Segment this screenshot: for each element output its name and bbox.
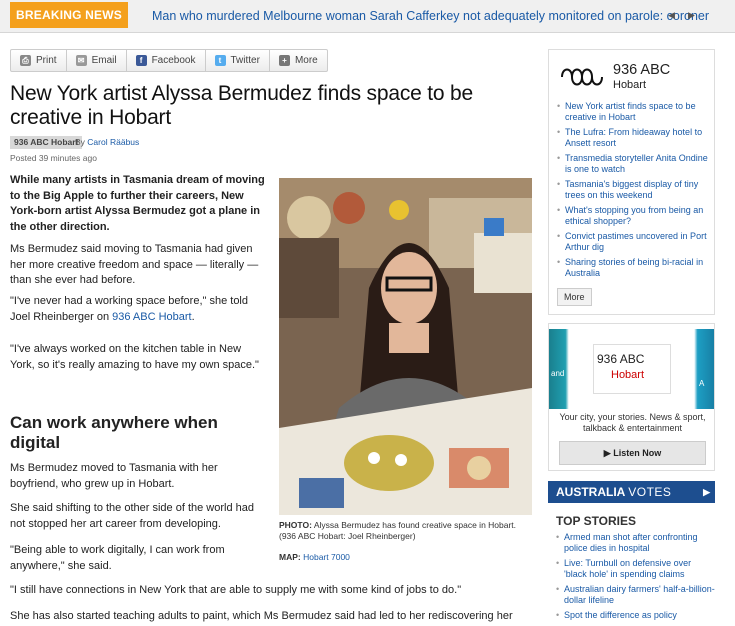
more-stories-button[interactable]: More [557, 288, 592, 306]
story-link[interactable]: The Lufra: From hideaway hotel to Ansett… [565, 127, 702, 148]
top-stories-list: Armed man shot after confronting police … [556, 532, 716, 626]
station-city: Hobart [613, 79, 647, 91]
next-arrow-icon[interactable]: ▶ [688, 10, 695, 21]
votes-label: VOTES [628, 485, 672, 499]
paragraph-4: Ms Bermudez moved to Tasmania with her b… [10, 462, 218, 490]
top-story-link[interactable]: Armed man shot after confronting police … [564, 532, 698, 553]
list-item[interactable]: Convict pastimes uncovered in Port Arthu… [557, 231, 712, 252]
twitter-icon: t [214, 55, 226, 66]
list-item[interactable]: Armed man shot after confronting police … [556, 532, 716, 553]
photo-credit: (936 ABC Hobart: Joel Rheinberger) [279, 531, 416, 541]
australia-votes-banner[interactable]: AUSTRALIA VOTES ▶ [548, 481, 715, 503]
paragraph-2: "I've never had a working space before,"… [10, 294, 268, 325]
story-link[interactable]: What's stopping you from being an ethica… [565, 205, 703, 226]
subheading: Can work anywhere when digital [10, 413, 218, 452]
radio-station-city: Hobart [611, 369, 645, 381]
print-button[interactable]: ⎙ Print [11, 50, 67, 71]
paragraph-2-end: . [191, 310, 195, 323]
share-toolbar: ⎙ Print ✉ Email f Facebook t Twitter + More [10, 49, 328, 72]
top-story-link[interactable]: Spot the difference as policy [564, 610, 677, 620]
photo-map: MAP: Hobart 7000 [279, 552, 350, 562]
paragraph-7: "I still have connections in New York th… [10, 584, 462, 596]
paragraph-3: "I've always worked on the kitchen table… [10, 343, 259, 371]
abc-logo-icon [561, 68, 603, 86]
radio-promo-box: 936 ABC Hobart and A Your city, your sto… [548, 323, 715, 471]
arrow-right-icon: ▶ [703, 487, 710, 497]
list-item[interactable]: Australian dairy farmers' half-a-billion… [556, 584, 716, 605]
facebook-label: Facebook [151, 55, 196, 66]
listen-now-button[interactable]: ▶ Listen Now [559, 441, 706, 465]
twitter-button[interactable]: t Twitter [206, 50, 270, 71]
list-item[interactable]: What's stopping you from being an ethica… [557, 205, 712, 226]
list-item[interactable]: Sharing stories of being bi-racial in Au… [557, 257, 712, 278]
paragraph-8: She has also started teaching adults to … [10, 610, 513, 622]
paragraph-1: Ms Bermudez said moving to Tasmania had … [10, 243, 259, 286]
story-link[interactable]: Convict pastimes uncovered in Port Arthu… [565, 231, 707, 252]
breaking-news-label: BREAKING NEWS [10, 2, 128, 28]
list-item[interactable]: Live: Turnbull on defensive over 'black … [556, 558, 716, 579]
envelope-icon: ✉ [75, 55, 87, 66]
more-share-label: More [294, 55, 318, 66]
story-link[interactable]: Transmedia storyteller Anita Ondine is o… [565, 153, 708, 174]
photo-caption-label: PHOTO: [279, 520, 312, 530]
photo-caption-text: Alyssa Bermudez has found creative space… [313, 520, 517, 530]
share-more-icon: + [278, 55, 290, 66]
email-label: Email [91, 55, 117, 66]
paragraph-5: She said shifting to the other side of t… [10, 502, 254, 530]
posted-time: Posted 39 minutes ago [10, 153, 97, 163]
print-label: Print [36, 55, 57, 66]
list-item[interactable]: Tasmania's biggest display of tiny trees… [557, 179, 712, 200]
previous-arrow-icon[interactable]: ◀ [668, 10, 675, 21]
artist-portrait-illustration [279, 178, 532, 515]
facebook-button[interactable]: f Facebook [127, 50, 206, 71]
email-button[interactable]: ✉ Email [67, 50, 127, 71]
story-link[interactable]: Tasmania's biggest display of tiny trees… [565, 179, 698, 200]
list-item[interactable]: Transmedia storyteller Anita Ondine is o… [557, 153, 712, 174]
station-badge[interactable]: 936 ABC Hobart [10, 136, 83, 149]
story-link[interactable]: New York artist finds space to be creati… [565, 101, 696, 122]
top-stories-title: TOP STORIES [556, 514, 637, 528]
top-story-link[interactable]: Australian dairy farmers' half-a-billion… [564, 584, 715, 605]
photo-caption: PHOTO: Alyssa Bermudez has found creativ… [279, 520, 534, 542]
radio-banner-right-text: A [699, 379, 705, 388]
station-link[interactable]: 936 ABC Hobart [112, 311, 192, 323]
radio-tagline: Your city, your stories. News & sport, t… [559, 412, 706, 433]
list-item[interactable]: New York artist finds space to be creati… [557, 101, 712, 122]
author-link[interactable]: Carol Rääbus [87, 137, 139, 147]
top-story-link[interactable]: Live: Turnbull on defensive over 'black … [564, 558, 691, 579]
station-name: 936 ABC [613, 62, 671, 78]
list-item[interactable]: The Lufra: From hideaway hotel to Ansett… [557, 127, 712, 148]
station-story-list: New York artist finds space to be creati… [557, 101, 712, 283]
twitter-label: Twitter [230, 55, 260, 66]
paragraph-6: "Being able to work digitally, I can wor… [10, 544, 225, 572]
article-headline: New York artist Alyssa Bermudez finds sp… [10, 82, 473, 129]
map-link[interactable]: Hobart 7000 [303, 552, 350, 562]
breaking-news-headline[interactable]: Man who murdered Melbourne woman Sarah C… [152, 9, 709, 23]
byline: By Carol Rääbus [75, 137, 139, 147]
station-stories-box: 936 ABC Hobart New York artist finds spa… [548, 49, 715, 315]
radio-banner-left-text: and [551, 369, 565, 378]
byline-prefix: By [75, 137, 85, 147]
list-item[interactable]: Spot the difference as policy [556, 610, 716, 621]
australia-label: AUSTRALIA [556, 485, 625, 499]
more-share-button[interactable]: + More [270, 50, 327, 71]
radio-station-name: 936 ABC [597, 352, 645, 366]
article-photo[interactable] [279, 178, 532, 515]
lead-paragraph: While many artists in Tasmania dream of … [10, 174, 265, 233]
breaking-news-bar: BREAKING NEWS Man who murdered Melbourne… [0, 0, 735, 33]
facebook-icon: f [135, 55, 147, 66]
map-label: MAP: [279, 552, 301, 562]
story-link[interactable]: Sharing stories of being bi-racial in Au… [565, 257, 703, 278]
printer-icon: ⎙ [20, 55, 31, 66]
